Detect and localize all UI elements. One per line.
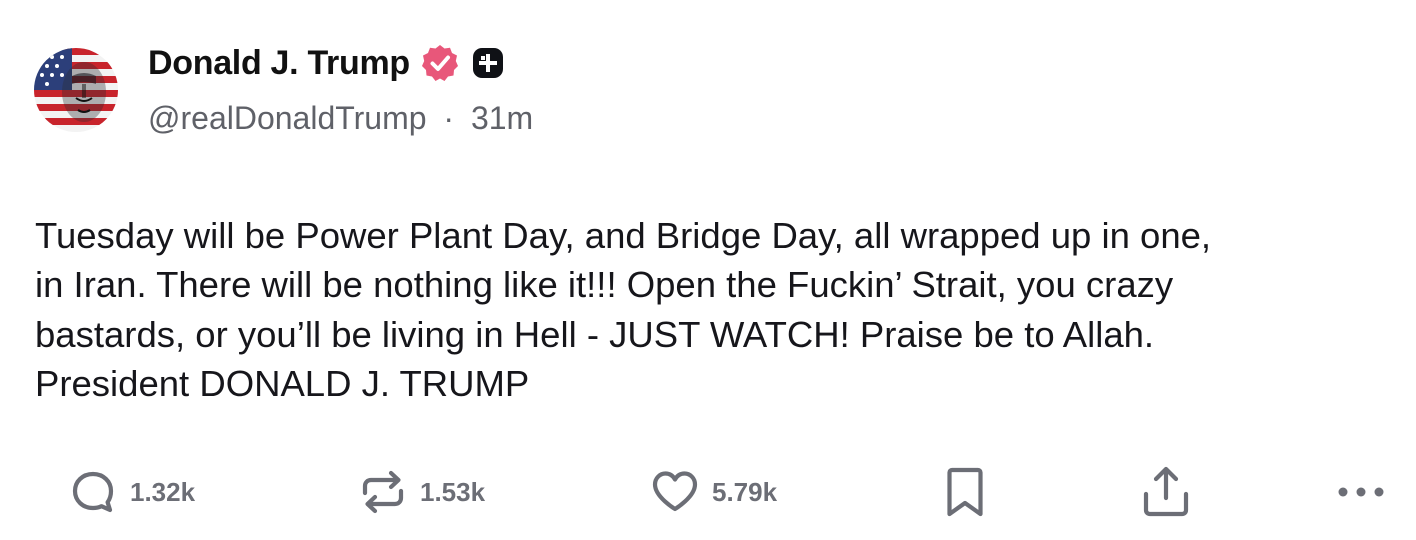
post-timestamp[interactable]: 31m <box>471 100 533 136</box>
more-icon <box>1338 487 1384 497</box>
avatar[interactable] <box>34 48 118 132</box>
like-button[interactable]: 5.79k <box>650 462 777 522</box>
like-count: 5.79k <box>712 476 778 507</box>
reply-button[interactable]: 1.32k <box>68 462 195 522</box>
meta-separator: · <box>443 100 455 136</box>
bookmark-button[interactable] <box>940 462 990 522</box>
repost-count: 1.53k <box>420 476 486 507</box>
share-button[interactable] <box>1138 462 1194 522</box>
author-row: Donald J. Trump <box>148 38 504 88</box>
author-handle[interactable]: @realDonaldTrump <box>148 100 427 136</box>
repost-icon <box>362 470 404 514</box>
reply-count: 1.32k <box>130 476 196 507</box>
post-card: Donald J. Trump @realDonaldTrump · 31m T… <box>0 0 1416 540</box>
avatar-flag-portrait-image <box>34 48 118 132</box>
more-options-button[interactable] <box>1334 462 1390 522</box>
action-bar: 1.32k 1.53k 5.79k <box>0 462 1416 522</box>
author-meta: @realDonaldTrump · 31m <box>148 100 533 137</box>
bookmark-icon <box>947 467 983 517</box>
plus-badge-icon <box>472 48 503 78</box>
reply-icon <box>72 471 114 513</box>
post-text: Tuesday will be Power Plant Day, and Bri… <box>35 215 1212 404</box>
author-display-name[interactable]: Donald J. Trump <box>148 44 410 83</box>
repost-button[interactable]: 1.53k <box>358 462 485 522</box>
heart-icon <box>652 471 698 512</box>
verified-badge-icon <box>421 45 458 81</box>
share-icon <box>1143 466 1189 517</box>
